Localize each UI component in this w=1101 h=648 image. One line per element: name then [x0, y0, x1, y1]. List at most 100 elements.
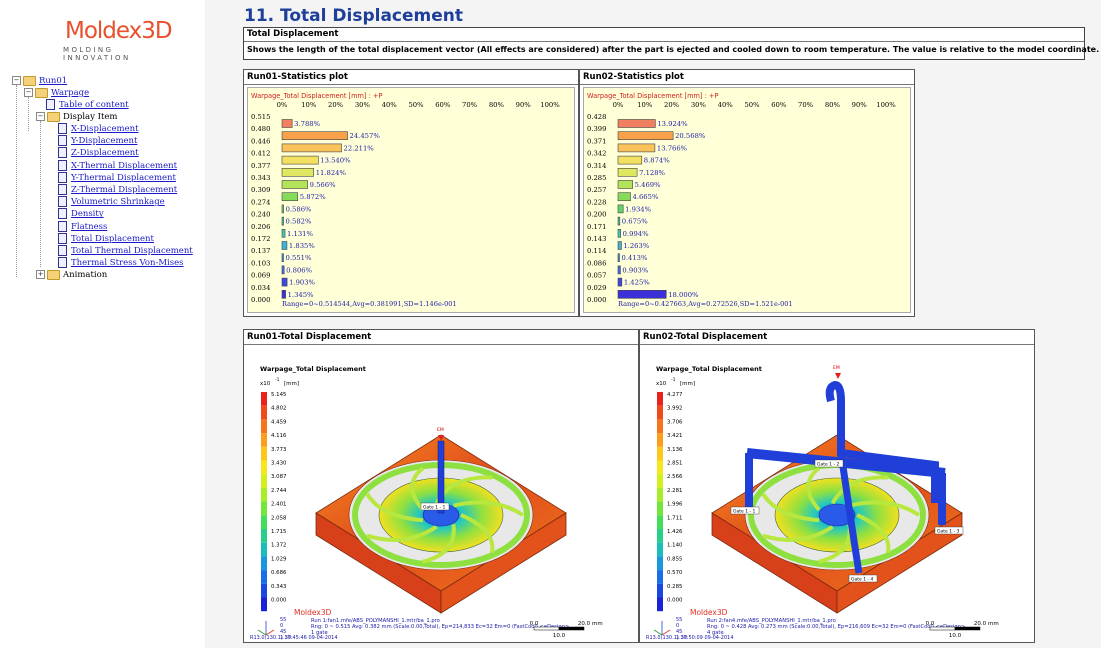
- document-icon: [58, 147, 67, 159]
- bar-value-label: 0.413%: [622, 254, 648, 262]
- bar-value-label: 0.994%: [623, 230, 649, 238]
- tree-node-item[interactable]: Z-Displacement: [58, 147, 139, 159]
- legend-color-step: [261, 405, 267, 420]
- percent-tick-label: 60%: [435, 101, 451, 109]
- tree-link-item[interactable]: X-Displacement: [71, 124, 139, 134]
- tree-node-display-item[interactable]: − Display Item: [36, 111, 118, 123]
- histogram-bar: [281, 241, 288, 250]
- statistics-chart: Warpage_Total Displacement [mm] : +P 0% 10…: [583, 87, 911, 313]
- level-tick-label: 0.257: [587, 186, 606, 194]
- histogram-bar: [281, 192, 299, 201]
- histogram-bar: [617, 131, 674, 141]
- level-tick-label: 0.240: [251, 211, 270, 219]
- logo-brand-a: Moldex: [65, 18, 142, 44]
- document-icon: [58, 208, 67, 220]
- bar-value-label: 0.806%: [286, 266, 312, 274]
- level-tick-label: 0.206: [251, 223, 270, 231]
- level-tick-label: 0.000: [251, 296, 270, 304]
- displacement-view[interactable]: Warpage_Total Displacement x10 -1 [mm] 5.145…: [244, 345, 638, 641]
- tree-node-item[interactable]: Thermal Stress Von-Mises: [58, 257, 184, 269]
- tree-node-item[interactable]: X-Displacement: [58, 123, 139, 135]
- tree-link-run01[interactable]: Run01: [39, 76, 67, 86]
- collapse-icon[interactable]: −: [12, 76, 21, 85]
- tree-link-warpage[interactable]: Warpage: [51, 88, 89, 98]
- collapse-icon[interactable]: −: [24, 88, 33, 97]
- percent-tick-label: 30%: [691, 101, 707, 109]
- tree-node-toc[interactable]: Table of content: [46, 99, 129, 111]
- tree-link-item[interactable]: Flatness: [71, 222, 107, 232]
- gate-label: Gate 1 - 1: [423, 505, 446, 511]
- histogram-bar: [281, 253, 284, 262]
- range-summary: Range=0~0.427663,Avg=0.272526,SD=1.521e-…: [618, 300, 793, 308]
- legend-value: 3.706: [667, 419, 683, 425]
- legend-value: 0.285: [667, 584, 682, 590]
- tree-link-toc[interactable]: Table of content: [59, 100, 129, 110]
- bar-value-label: 5.872%: [300, 193, 326, 201]
- em-label: EM: [833, 365, 840, 371]
- level-tick-label: 0.000: [587, 296, 606, 304]
- tree-node-warpage[interactable]: − Warpage: [24, 87, 89, 99]
- legend-color-step: [261, 515, 267, 529]
- percent-tick-label: 40%: [382, 101, 398, 109]
- histogram-bar: [281, 204, 284, 214]
- histogram-bar: [617, 265, 621, 275]
- tree-node-item[interactable]: X-Thermal Displacement: [58, 159, 177, 172]
- legend-color-step: [261, 570, 267, 584]
- scale-bar-mid: 10.0: [553, 633, 566, 639]
- percent-tick-label: 0%: [277, 101, 288, 109]
- tree-node-item[interactable]: Y-Displacement: [58, 135, 137, 147]
- tree-link-item[interactable]: Density: [71, 209, 104, 219]
- histogram-bar: [617, 229, 621, 238]
- tree-link-item[interactable]: Y-Thermal Displacement: [71, 173, 176, 183]
- chart-variable-label: Warpage_Total Displacement [mm] : +P: [587, 92, 718, 100]
- document-icon: [46, 99, 55, 110]
- legend-value: 3.992: [667, 406, 682, 412]
- legend-value: 1.715: [271, 529, 286, 535]
- bar-value-label: 24.457%: [350, 132, 381, 140]
- tree-link-item[interactable]: Volumetric Shrinkage: [71, 197, 165, 207]
- expand-icon[interactable]: +: [36, 270, 45, 279]
- tree-link-item[interactable]: Thermal Stress Von-Mises: [71, 258, 184, 268]
- logo-brand-b: 3D: [141, 18, 172, 44]
- legend-value: 1.140: [667, 543, 683, 549]
- percent-tick-label: 40%: [718, 101, 734, 109]
- tree-link-item[interactable]: Total Displacement: [71, 234, 154, 244]
- level-tick-label: 0.171: [587, 223, 606, 231]
- legend-color-step: [657, 405, 663, 420]
- tree-link-item[interactable]: Y-Displacement: [71, 136, 137, 146]
- tree-link-item[interactable]: Total Thermal Displacement: [71, 246, 193, 256]
- percent-tick-label: 0%: [613, 101, 624, 109]
- tree-node-item[interactable]: Z-Thermal Displacement: [58, 184, 177, 196]
- legend-value: 3.136: [667, 447, 683, 453]
- histogram-bar: [617, 168, 638, 177]
- page-title: 11. Total Displacement: [244, 6, 463, 26]
- level-tick-label: 0.057: [587, 272, 606, 280]
- tree-link-item[interactable]: Z-Thermal Displacement: [71, 185, 177, 195]
- panel-title: Run01-Statistics plot: [244, 70, 578, 85]
- tree-node-run01[interactable]: − Run01: [12, 75, 67, 87]
- histogram-bar: [617, 216, 621, 226]
- legend-color-step: [657, 392, 663, 406]
- tree-node-item[interactable]: Total Thermal Displacement: [58, 245, 193, 257]
- legend-color-step: [657, 501, 663, 516]
- legend-color-step: [261, 419, 267, 434]
- tree-link-item[interactable]: X-Thermal Displacement: [71, 161, 177, 171]
- legend-color-step: [261, 501, 267, 516]
- tree-node-item[interactable]: Density: [58, 208, 104, 220]
- collapse-icon[interactable]: −: [36, 112, 45, 121]
- displacement-view[interactable]: Warpage_Total Displacement x10 -1 [mm] 4.277…: [640, 345, 1034, 641]
- tree-node-animation[interactable]: + Animation: [36, 269, 107, 281]
- histogram-bar: [617, 277, 623, 287]
- tree-node-item[interactable]: Y-Thermal Displacement: [58, 171, 176, 184]
- tree-node-item[interactable]: Total Displacement: [58, 232, 154, 245]
- legend-color-step: [261, 597, 267, 612]
- legend-color-step: [261, 529, 267, 543]
- em-label: EM: [437, 427, 444, 433]
- legend-value: 0.000: [667, 598, 683, 604]
- run02-statistics-panel: Run02-Statistics plot Warpage_Total Disp…: [579, 69, 915, 317]
- tree-link-item[interactable]: Z-Displacement: [71, 148, 139, 158]
- tree-node-item[interactable]: Volumetric Shrinkage: [58, 196, 165, 208]
- tree-node-item[interactable]: Flatness: [58, 220, 107, 233]
- gate-label: Gate 1 - 4: [851, 577, 874, 583]
- result-name: Warpage_Total Displacement: [260, 365, 366, 373]
